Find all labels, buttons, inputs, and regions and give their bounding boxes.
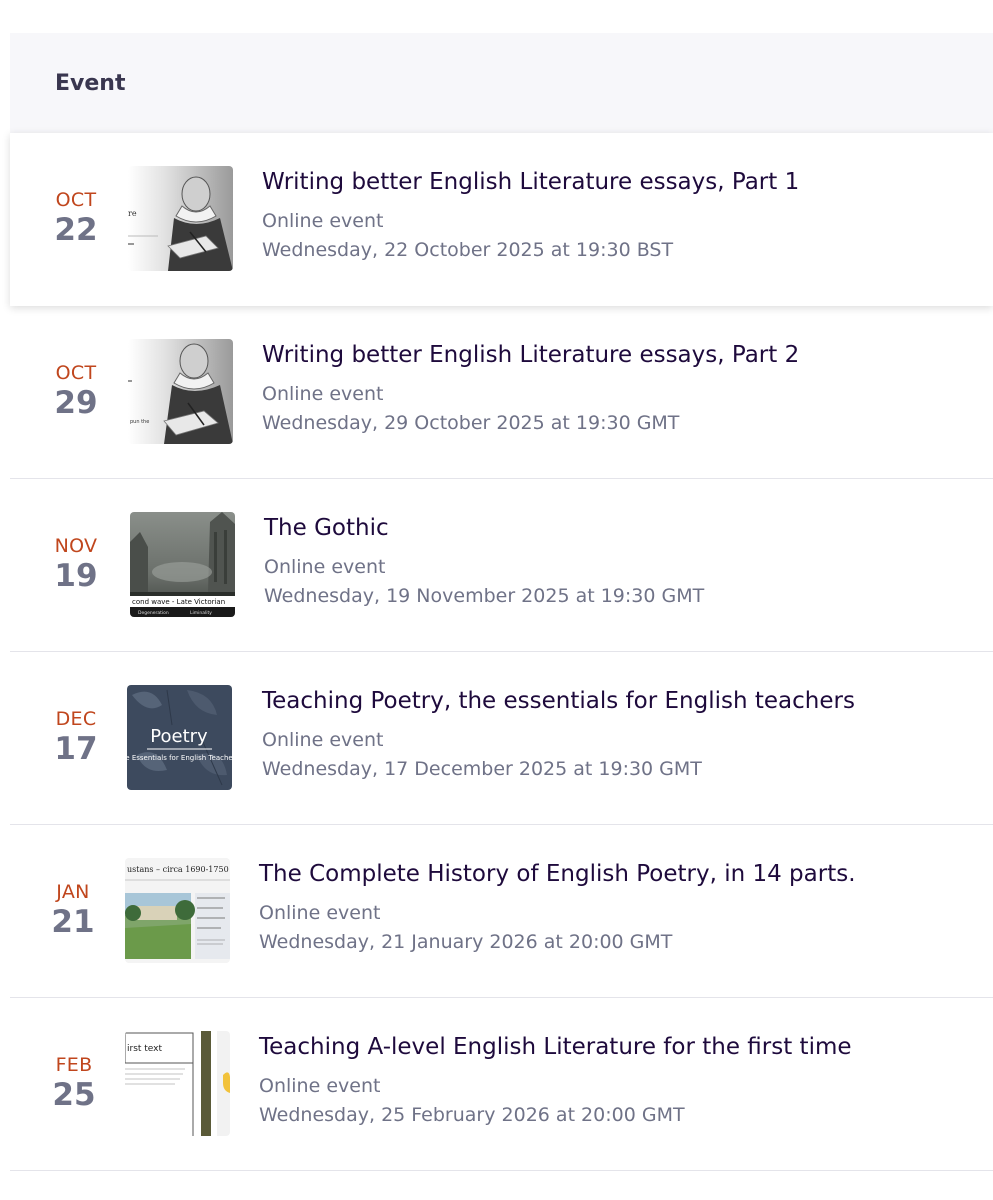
event-title[interactable]: The Gothic: [264, 512, 983, 544]
svg-text:Liminality: Liminality: [190, 610, 212, 616]
gothic-scene-icon[interactable]: cond wave - Late Victorian Degeneration …: [130, 512, 235, 617]
shakespeare-engraving-icon[interactable]: re: [128, 166, 233, 271]
svg-text:pun the: pun the: [130, 419, 149, 425]
event-month: FEB: [55, 1054, 93, 1076]
event-datetime: Wednesday, 19 November 2025 at 19:30 GMT: [264, 585, 705, 607]
table-header: Event: [10, 33, 993, 133]
event-row[interactable]: JAN 21 ustans – circa 1690-1750 The Comp…: [10, 825, 993, 998]
svg-text:e Essentials for English Teach: e Essentials for English Teache: [127, 754, 232, 762]
event-datetime: Wednesday, 17 December 2025 at 19:30 GMT: [262, 758, 702, 780]
event-info: Teaching A-level English Literature for …: [259, 1031, 983, 1130]
event-datetime: Wednesday, 21 January 2026 at 20:00 GMT: [259, 931, 673, 953]
event-info: The Gothic Online event Wednesday, 19 No…: [264, 512, 983, 611]
event-month: NOV: [54, 535, 98, 557]
event-date: OCT 29: [32, 362, 120, 422]
event-month: DEC: [55, 708, 97, 730]
svg-text:re: re: [128, 209, 137, 218]
event-row[interactable]: OCT 22 re Writing better English Literat…: [10, 133, 993, 306]
event-month: OCT: [55, 189, 97, 211]
event-location: Online event: [262, 210, 384, 232]
svg-text:cond wave - Late Victorian: cond wave - Late Victorian: [132, 598, 225, 606]
event-day: 19: [54, 558, 98, 594]
svg-text:Degeneration: Degeneration: [138, 610, 169, 616]
event-datetime: Wednesday, 25 February 2026 at 20:00 GMT: [259, 1104, 685, 1126]
event-month: OCT: [55, 362, 97, 384]
svg-text:Poetry: Poetry: [150, 726, 208, 747]
event-date: JAN 21: [29, 881, 117, 941]
event-info: Writing better English Literature essays…: [262, 166, 983, 265]
first-text-slide-icon[interactable]: irst text: [125, 1031, 230, 1136]
event-info: Writing better English Literature essays…: [262, 339, 983, 438]
event-location: Online event: [259, 902, 381, 924]
event-title[interactable]: Writing better English Literature essays…: [262, 166, 983, 198]
column-header-event: Event: [55, 70, 126, 96]
event-title[interactable]: Teaching A-level English Literature for …: [259, 1031, 983, 1063]
poetry-leaves-icon[interactable]: Poetry e Essentials for English Teache: [127, 685, 232, 790]
svg-text:ustans – circa 1690-1750: ustans – circa 1690-1750: [127, 865, 229, 874]
event-title[interactable]: The Complete History of English Poetry, …: [259, 858, 983, 890]
event-date: FEB 25: [30, 1054, 118, 1114]
event-location: Online event: [259, 1075, 381, 1097]
events-table: Event OCT 22 re Writing better English L…: [10, 33, 993, 1171]
event-day: 22: [54, 212, 98, 248]
event-info: The Complete History of English Poetry, …: [259, 858, 983, 957]
event-date: NOV 19: [32, 535, 120, 595]
event-location: Online event: [262, 729, 384, 751]
event-datetime: Wednesday, 22 October 2025 at 19:30 BST: [262, 239, 674, 261]
event-location: Online event: [262, 383, 384, 405]
event-location: Online event: [264, 556, 386, 578]
event-title[interactable]: Writing better English Literature essays…: [262, 339, 983, 371]
event-datetime: Wednesday, 29 October 2025 at 19:30 GMT: [262, 412, 680, 434]
event-row[interactable]: DEC 17 Poetry e Essentials for English T…: [10, 652, 993, 825]
event-row[interactable]: OCT 29 pun the Writing better English Li…: [10, 306, 993, 479]
event-date: OCT 22: [32, 189, 120, 249]
event-month: JAN: [56, 881, 90, 903]
event-day: 17: [54, 731, 98, 767]
event-date: DEC 17: [32, 708, 120, 768]
event-info: Teaching Poetry, the essentials for Engl…: [262, 685, 983, 784]
event-title[interactable]: Teaching Poetry, the essentials for Engl…: [262, 685, 983, 717]
event-day: 29: [54, 385, 98, 421]
event-row[interactable]: NOV 19 cond wave - Late Victorian Degene…: [10, 479, 993, 652]
svg-text:irst text: irst text: [127, 1044, 163, 1054]
event-day: 21: [51, 904, 95, 940]
event-day: 25: [52, 1077, 96, 1113]
event-row[interactable]: FEB 25 irst text Teaching A-level Englis…: [10, 998, 993, 1171]
shakespeare-engraving-icon[interactable]: pun the: [128, 339, 233, 444]
augustans-slide-icon[interactable]: ustans – circa 1690-1750: [125, 858, 230, 963]
